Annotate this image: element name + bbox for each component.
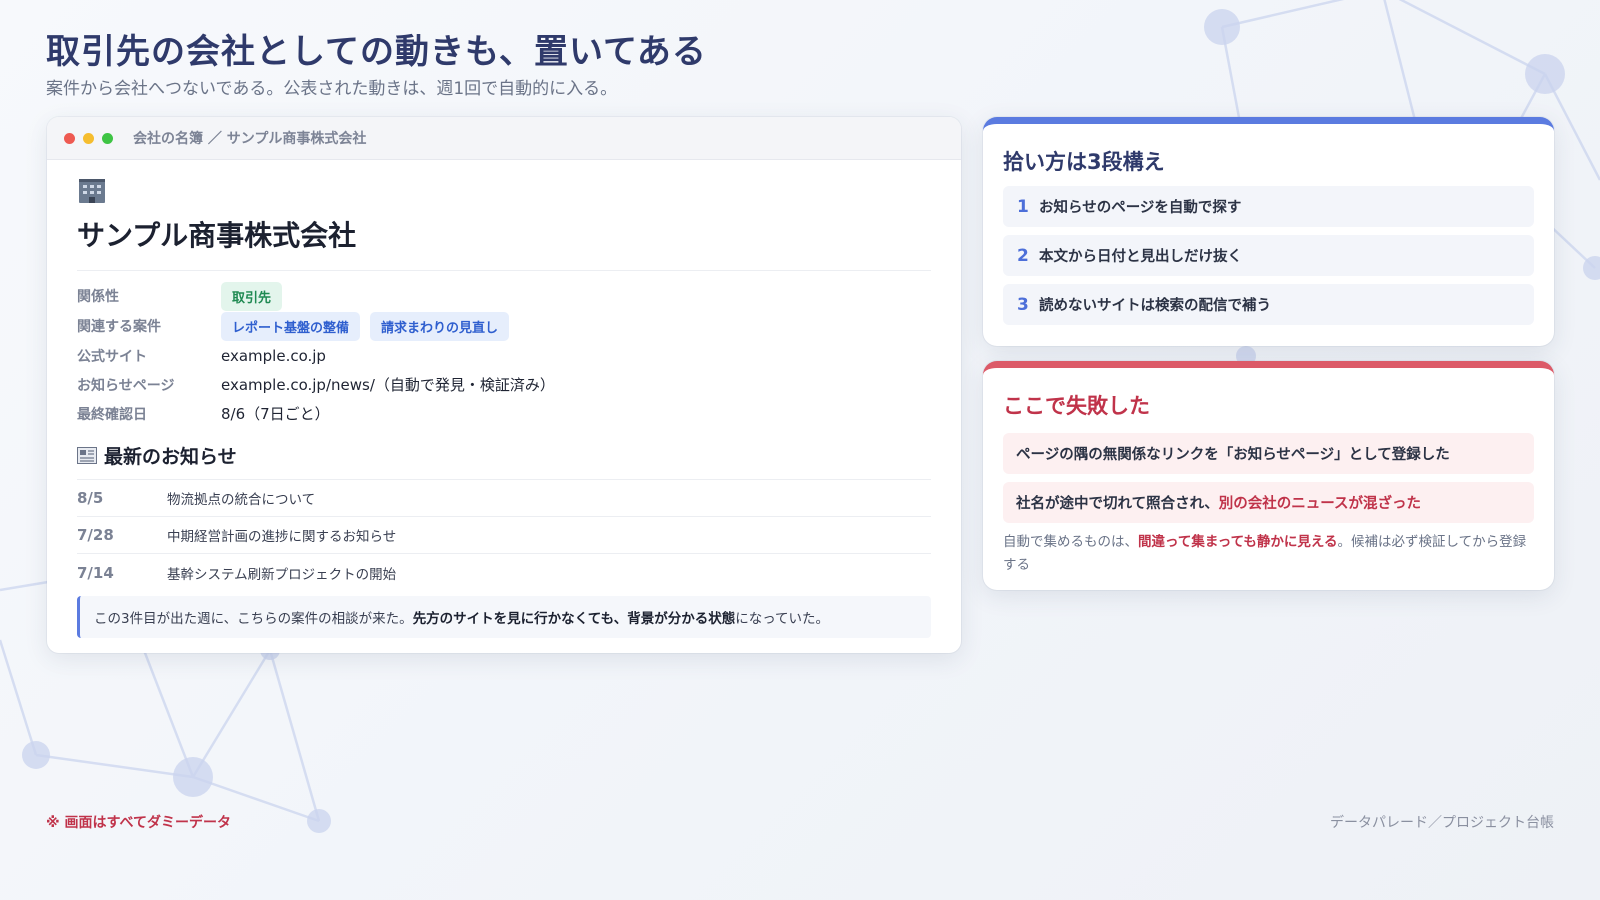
page-subtitle: 案件から会社へつないである。公表された動きは、週1回で自動的に入る。 (46, 79, 618, 99)
property-projects: 関連する案件 レポート基盤の整備 請求まわりの見直し (77, 311, 931, 341)
office-building-icon (79, 179, 105, 203)
callout-text-end: になっていた。 (735, 611, 830, 627)
step-item: 3 読めないサイトは検索の配信で補う (1003, 284, 1534, 325)
step-text: 本文から日付と見出しだけ抜く (1039, 249, 1242, 265)
step-item: 2 本文から日付と見出しだけ抜く (1003, 235, 1534, 276)
company-window: 会社の名簿 ／ サンプル商事株式会社 サンプル商事株式会社 関係性 取引先 関連… (47, 117, 961, 653)
failure-note: 自動で集めるものは、間違って集まっても静かに見える。候補は必ず検証してから登録す… (1003, 531, 1534, 577)
context-callout: この3件目が出た週に、こちらの案件の相談が来た。先方のサイトを見に行かなくても、… (77, 596, 931, 638)
failure-text: 社名が途中で切れて照合され、 (1016, 496, 1219, 512)
failure-item: ページの隅の無関係なリンクを「お知らせページ」として登録した (1003, 433, 1534, 474)
news-section-header: 最新のお知らせ (77, 442, 931, 480)
page-title: 取引先の会社としての動きも、置いてある (46, 32, 707, 72)
property-relation: 関係性 取引先 (77, 281, 931, 311)
news-section-title: 最新のお知らせ (104, 446, 237, 468)
news-headline[interactable]: 中期経営計画の進捗に関するお知らせ (167, 525, 396, 545)
callout-text: この3件目が出た週に、こちらの案件の相談が来た。 (94, 611, 413, 627)
failure-item: 社名が途中で切れて照合され、 別の会社のニュースが混ざった (1003, 482, 1534, 523)
news-headline[interactable]: 基幹システム刷新プロジェクトの開始 (167, 563, 396, 583)
news-item[interactable]: 7/28 中期経営計画の進捗に関するお知らせ (77, 517, 931, 554)
property-news-page: お知らせページ example.co.jp/news/（自動で発見・検証済み） (77, 370, 931, 399)
steps-card: 拾い方は3段構え 1 お知らせのページを自動で探す 2 本文から日付と見出しだけ… (983, 117, 1554, 346)
footer-brand: データパレード／プロジェクト台帳 (1330, 815, 1554, 831)
news-item[interactable]: 8/5 物流拠点の統合について (77, 480, 931, 517)
steps-card-title: 拾い方は3段構え (1003, 150, 1165, 174)
official-site-link[interactable]: example.co.jp (221, 347, 326, 365)
step-number: 2 (1017, 245, 1029, 266)
property-key: 関連する案件 (77, 319, 161, 335)
minimize-window-dot[interactable] (83, 132, 94, 144)
property-key: 関係性 (77, 289, 119, 305)
failure-card-title: ここで失敗した (1003, 394, 1150, 418)
property-last-checked: 最終確認日 8/6（7日ごと） (77, 399, 931, 428)
news-date: 7/28 (77, 526, 114, 544)
step-item: 1 お知らせのページを自動で探す (1003, 186, 1534, 227)
property-key: お知らせページ (77, 377, 175, 394)
property-key: 公式サイト (77, 348, 147, 365)
step-text: 読めないサイトは検索の配信で補う (1039, 298, 1271, 314)
property-site: 公式サイト example.co.jp (77, 341, 931, 370)
project-tag[interactable]: 請求まわりの見直し (370, 311, 510, 341)
breadcrumb[interactable]: 会社の名簿 ／ サンプル商事株式会社 (133, 128, 366, 148)
relation-tag[interactable]: 取引先 (221, 281, 283, 311)
project-tag[interactable]: レポート基盤の整備 (221, 311, 361, 341)
failure-card: ここで失敗した ページの隅の無関係なリンクを「お知らせページ」として登録した 社… (983, 361, 1554, 590)
dummy-data-disclaimer: ※ 画面はすべてダミーデータ (46, 815, 231, 831)
news-date: 8/5 (77, 489, 104, 507)
note-highlight: 間違って集まっても静かに見える (1138, 534, 1338, 550)
close-window-dot[interactable] (64, 132, 75, 144)
news-headline[interactable]: 物流拠点の統合について (167, 488, 315, 508)
step-text: お知らせのページを自動で探す (1039, 200, 1242, 216)
news-item[interactable]: 7/14 基幹システム刷新プロジェクトの開始 (77, 554, 931, 591)
newspaper-icon (77, 447, 97, 464)
news-date: 7/14 (77, 563, 114, 582)
news-page-link[interactable]: example.co.jp/news/（自動で発見・検証済み） (221, 374, 555, 395)
maximize-window-dot[interactable] (102, 132, 113, 144)
property-key: 最終確認日 (77, 406, 147, 423)
failure-highlight: 別の会社のニュースが混ざった (1218, 496, 1421, 512)
company-properties: 関係性 取引先 関連する案件 レポート基盤の整備 請求まわりの見直し 公式サイト … (77, 281, 931, 428)
step-number: 3 (1017, 294, 1029, 315)
step-number: 1 (1017, 196, 1029, 217)
note-text: 自動で集めるものは、 (1003, 534, 1138, 550)
last-checked-value: 8/6（7日ごと） (221, 405, 330, 423)
company-name: サンプル商事株式会社 (77, 214, 931, 271)
window-titlebar: 会社の名簿 ／ サンプル商事株式会社 (47, 117, 961, 160)
callout-emphasis: 先方のサイトを見に行かなくても、背景が分かる状態 (412, 611, 736, 627)
